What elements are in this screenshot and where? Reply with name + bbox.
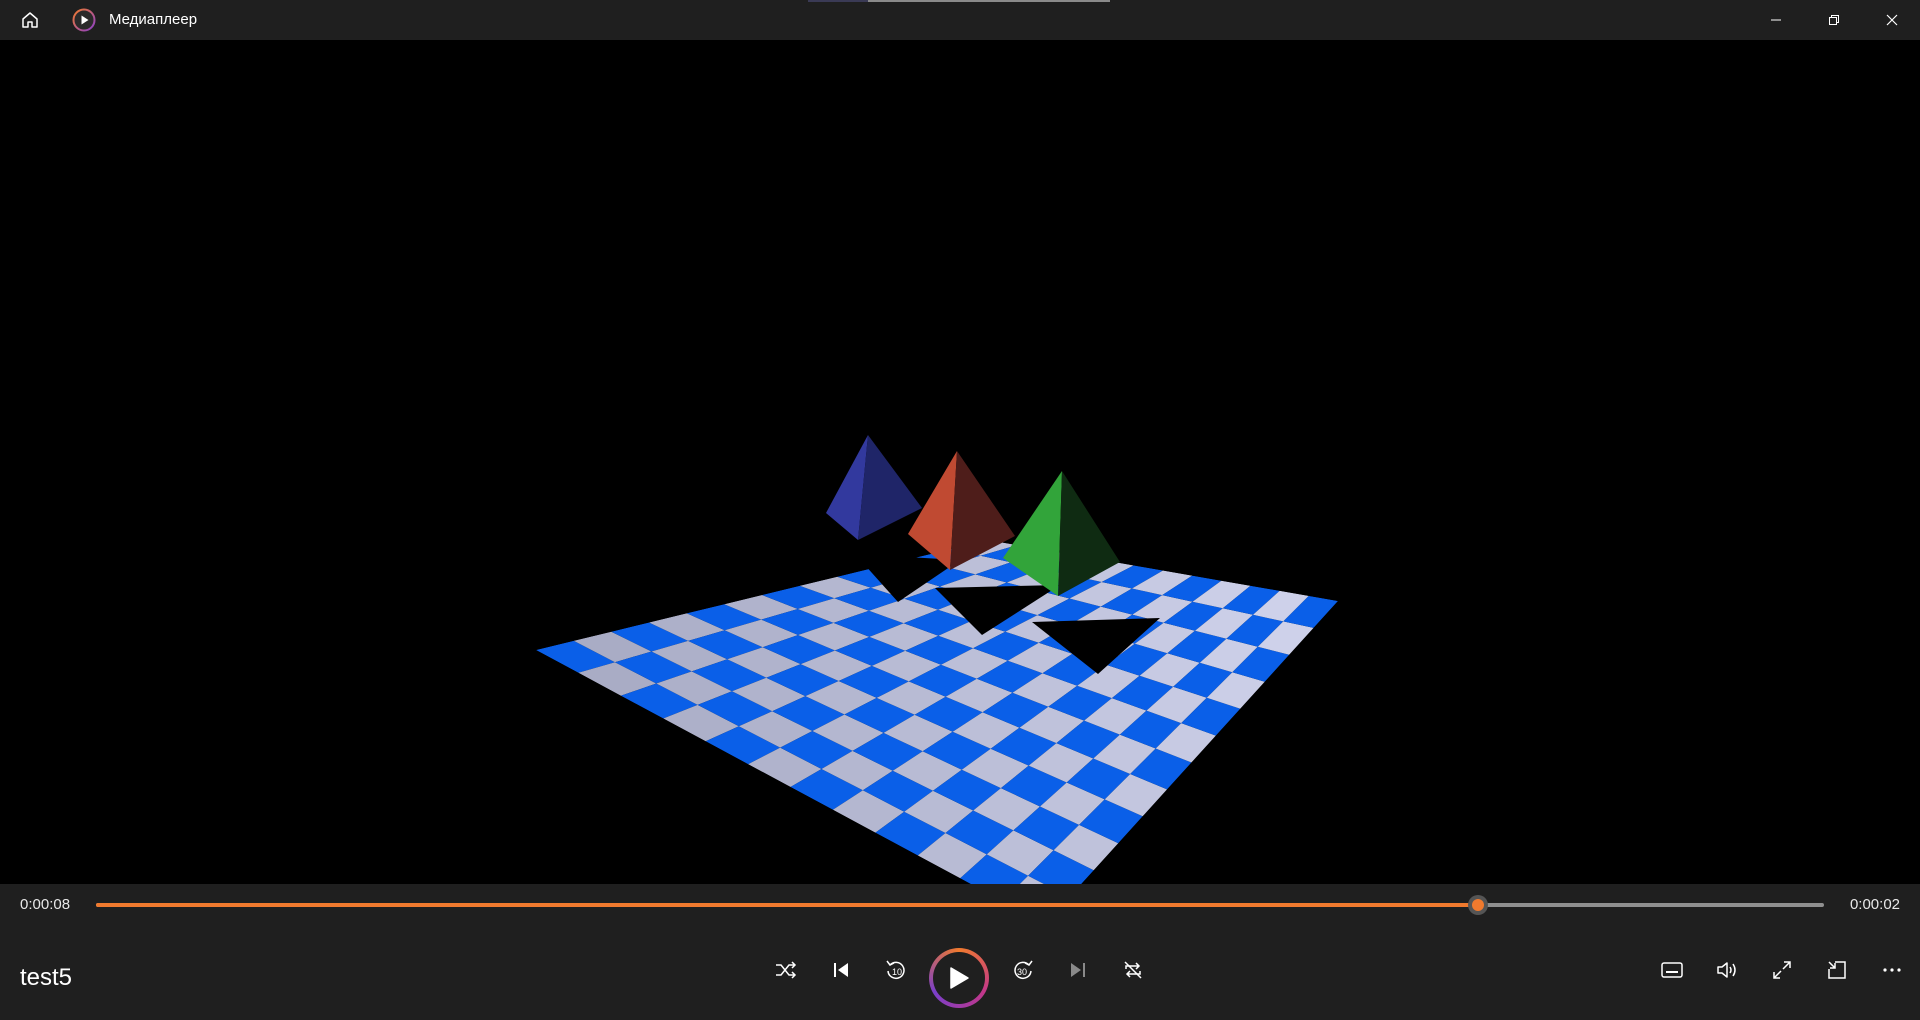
full-screen-button[interactable] xyxy=(1764,952,1800,988)
blue-pyramid xyxy=(826,435,922,540)
minimize-button[interactable] xyxy=(1748,0,1804,40)
minimize-icon xyxy=(1770,14,1782,26)
close-icon xyxy=(1886,14,1898,26)
home-icon xyxy=(20,10,40,30)
previous-button[interactable] xyxy=(823,952,859,988)
volume-button[interactable] xyxy=(1709,952,1745,988)
seek-thumb[interactable] xyxy=(1468,895,1489,915)
play-button-inner xyxy=(933,952,985,1004)
skip-back-10-icon: 10 xyxy=(884,958,908,982)
control-panel: 0:00:08 0:00:02 test5 10 30 xyxy=(0,884,1920,1020)
skip-back-button[interactable]: 10 xyxy=(878,952,914,988)
more-options-button[interactable] xyxy=(1874,952,1910,988)
repeat-icon xyxy=(1122,960,1144,980)
close-button[interactable] xyxy=(1864,0,1920,40)
repeat-button[interactable] xyxy=(1115,952,1151,988)
next-button[interactable] xyxy=(1060,952,1096,988)
app-title: Медиаплеер xyxy=(109,11,198,28)
video-frame[interactable] xyxy=(0,40,1920,884)
volume-icon xyxy=(1716,960,1738,980)
play-icon xyxy=(948,966,970,990)
restore-button[interactable] xyxy=(1806,0,1862,40)
shuffle-icon xyxy=(775,960,797,980)
mini-player-icon xyxy=(1827,960,1847,980)
time-elapsed: 0:00:08 xyxy=(20,896,71,913)
next-icon xyxy=(1069,961,1087,979)
previous-icon xyxy=(832,961,850,979)
title-bar: Медиаплеер xyxy=(0,0,1920,40)
more-options-icon xyxy=(1882,967,1902,973)
skip-back-label: 10 xyxy=(892,967,902,977)
seek-bar[interactable] xyxy=(96,895,1824,915)
skip-forward-button[interactable]: 30 xyxy=(1005,952,1041,988)
skip-forward-30-icon: 30 xyxy=(1011,958,1035,982)
subtitles-icon xyxy=(1661,962,1683,978)
time-remaining: 0:00:02 xyxy=(1849,896,1900,913)
title-bar-accent xyxy=(808,0,1110,2)
skip-forward-label: 30 xyxy=(1017,967,1027,977)
video-scene xyxy=(536,435,1338,884)
home-button[interactable] xyxy=(10,0,50,40)
mini-player-button[interactable] xyxy=(1819,952,1855,988)
media-player-logo-icon xyxy=(72,8,96,32)
subtitles-button[interactable] xyxy=(1654,952,1690,988)
restore-icon xyxy=(1828,14,1840,26)
checkerboard-floor xyxy=(536,540,1338,884)
media-title: test5 xyxy=(20,964,73,991)
shuffle-button[interactable] xyxy=(768,952,804,988)
full-screen-icon xyxy=(1772,960,1792,980)
play-button[interactable] xyxy=(929,948,989,1008)
seek-progress xyxy=(96,903,1479,907)
